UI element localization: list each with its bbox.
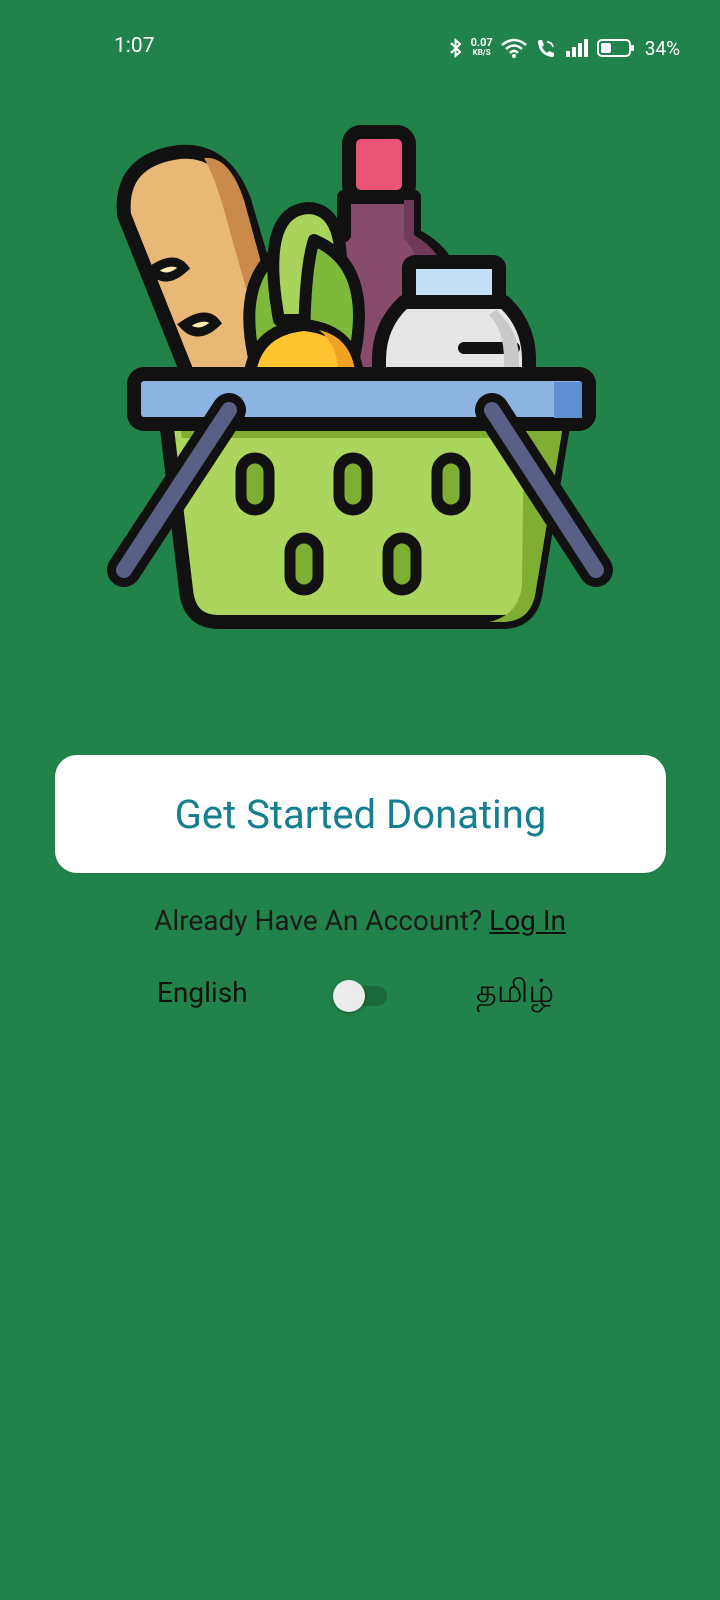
language-tamil-label[interactable]: தமிழ் — [476, 972, 554, 1014]
network-speed-value: 0.07 — [470, 36, 493, 49]
network-speed-unit: KB/S — [472, 48, 491, 57]
language-switcher: English தமிழ் — [0, 972, 720, 1022]
vegetable-icon — [243, 202, 365, 388]
status-time: 1:07 — [114, 34, 155, 58]
status-icons: 0.07 KB/S 34% — [449, 34, 680, 62]
get-started-donating-button[interactable]: Get Started Donating — [55, 755, 666, 873]
login-prompt-text: Already Have An Account? — [154, 904, 483, 937]
signal-icon — [565, 38, 589, 58]
grocery-basket-icon — [104, 120, 616, 652]
network-speed: 0.07 KB/S — [470, 36, 493, 58]
wifi-icon — [500, 38, 527, 58]
log-in-link[interactable]: Log In — [489, 904, 566, 937]
language-toggle-switch[interactable] — [333, 980, 389, 1012]
bluetooth-icon — [449, 38, 463, 58]
status-bar: 1:07 0.07 KB/S 34% — [0, 0, 720, 96]
battery-percent: 34% — [644, 36, 680, 60]
language-english-label[interactable]: English — [157, 976, 248, 1009]
battery-icon — [596, 38, 635, 58]
wifi-calling-icon — [535, 38, 557, 58]
toggle-thumb[interactable] — [333, 980, 365, 1012]
login-prompt-row: Already Have An Account? Log In — [0, 904, 720, 937]
